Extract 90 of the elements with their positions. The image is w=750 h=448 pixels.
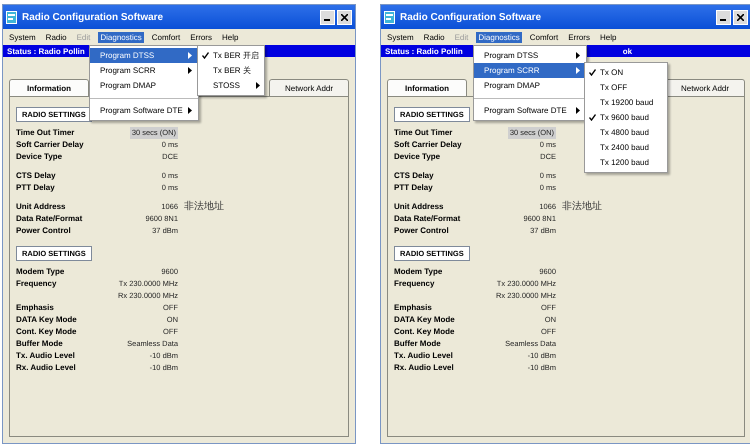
setting-label: Data Rate/Format [16, 213, 84, 225]
setting-label: Time Out Timer [394, 127, 454, 139]
setting-label: CTS Delay [394, 170, 435, 182]
menu-option[interactable]: Program SCRR [90, 63, 198, 78]
submenu-arrow-icon [188, 107, 192, 114]
setting-label: Power Control [394, 225, 450, 237]
submenu-arrow-icon [188, 52, 192, 59]
submenu-arrow-icon [188, 67, 192, 74]
menu-item[interactable]: Help [598, 32, 618, 42]
tab[interactable]: Network Addr [665, 79, 745, 96]
setting-label: Frequency [16, 278, 58, 290]
setting-label: Unit Address [394, 201, 444, 213]
menu-item[interactable]: Comfort [528, 32, 560, 42]
setting-label: Unit Address [16, 201, 66, 213]
status-text: Status : Radio Pollin [7, 46, 85, 56]
menu-option[interactable]: Tx 19200 baud [585, 95, 667, 110]
setting-label: Emphasis [16, 302, 55, 314]
setting-label: Rx. Audio Level [394, 362, 455, 374]
menu-item[interactable]: Errors [566, 32, 592, 42]
setting-label: Soft Carrier Delay [394, 139, 463, 151]
setting-label: Cont. Key Mode [16, 326, 78, 338]
close-button[interactable] [733, 10, 748, 24]
status-text: ok [622, 46, 632, 56]
setting-label: Frequency [394, 278, 436, 290]
menu-option[interactable]: Program Software DTE [90, 98, 198, 118]
setting-note: 非法地址 [184, 201, 224, 213]
setting-label: CTS Delay [16, 170, 57, 182]
setting-label: Tx. Audio Level [394, 350, 454, 362]
setting-label: Buffer Mode [394, 338, 442, 350]
submenu-arrow-icon [576, 52, 580, 59]
app-icon [6, 10, 17, 24]
menu-option[interactable]: Tx 4800 baud [585, 125, 667, 140]
menu-option[interactable]: Program DMAP [474, 78, 586, 93]
setting-label: Data Rate/Format [394, 213, 462, 225]
menu-option[interactable]: Tx BER 关 [198, 63, 264, 78]
minimize-button[interactable] [320, 10, 335, 24]
submenu-arrow-icon [576, 107, 580, 114]
setting-label: Tx. Audio Level [16, 350, 76, 362]
menu-option[interactable]: Tx BER 开启 [198, 48, 264, 63]
menu-item[interactable]: System [7, 32, 38, 42]
close-button[interactable] [337, 10, 352, 24]
setting-label: Device Type [16, 151, 64, 163]
setting-label: Rx. Audio Level [16, 362, 77, 374]
app-icon [384, 10, 395, 24]
setting-label: Modem Type [394, 266, 444, 278]
menu-option[interactable]: Tx OFF [585, 80, 667, 95]
menu-item[interactable]: Radio [44, 32, 69, 42]
setting-label: PTT Delay [394, 182, 434, 194]
menu-item[interactable]: System [385, 32, 416, 42]
menu-option[interactable]: Program DMAP [90, 78, 198, 93]
menu-item[interactable]: Comfort [150, 32, 182, 42]
check-icon [589, 69, 596, 76]
tab[interactable]: Information [387, 79, 467, 96]
setting-label: Power Control [16, 225, 72, 237]
setting-label: DATA Key Mode [394, 314, 456, 326]
menu-item[interactable]: Diagnostics [98, 32, 144, 42]
menu-option[interactable]: STOSS [198, 78, 264, 93]
menu-option[interactable]: Program DTSS [90, 48, 198, 63]
window-title: Radio Configuration Software [22, 12, 164, 22]
menu-option[interactable]: Program DTSS [474, 48, 586, 63]
window-title: Radio Configuration Software [400, 12, 542, 22]
menu-option[interactable]: Tx 9600 baud [585, 110, 667, 125]
setting-label: Soft Carrier Delay [16, 139, 85, 151]
setting-label: Device Type [394, 151, 442, 163]
setting-label: PTT Delay [16, 182, 56, 194]
setting-note: 非法地址 [562, 201, 602, 213]
close-icon [341, 14, 348, 20]
setting-label: Cont. Key Mode [394, 326, 456, 338]
setting-label: Time Out Timer [16, 127, 76, 139]
submenu-arrow-icon [256, 82, 260, 89]
menu-option[interactable]: Tx 1200 baud [585, 155, 667, 170]
check-icon [589, 114, 596, 121]
setting-label: Emphasis [394, 302, 433, 314]
status-text: Status : Radio Pollin [385, 46, 463, 56]
menu-option[interactable]: Program SCRR [474, 63, 586, 78]
menu-option[interactable]: Tx 2400 baud [585, 140, 667, 155]
menu-option[interactable]: Tx ON [585, 65, 667, 80]
tab[interactable]: Information [9, 79, 89, 96]
menu-item[interactable]: Diagnostics [476, 32, 522, 42]
menu-item[interactable]: Errors [188, 32, 214, 42]
check-icon [202, 52, 209, 59]
setting-label: DATA Key Mode [16, 314, 78, 326]
menu-item[interactable]: Radio [422, 32, 447, 42]
submenu-arrow-icon [576, 67, 580, 74]
menu-item[interactable]: Help [220, 32, 240, 42]
tab[interactable]: Network Addr [269, 79, 349, 96]
setting-label: Modem Type [16, 266, 66, 278]
close-icon [737, 14, 744, 20]
setting-label: Buffer Mode [16, 338, 64, 350]
minimize-button[interactable] [716, 10, 731, 24]
